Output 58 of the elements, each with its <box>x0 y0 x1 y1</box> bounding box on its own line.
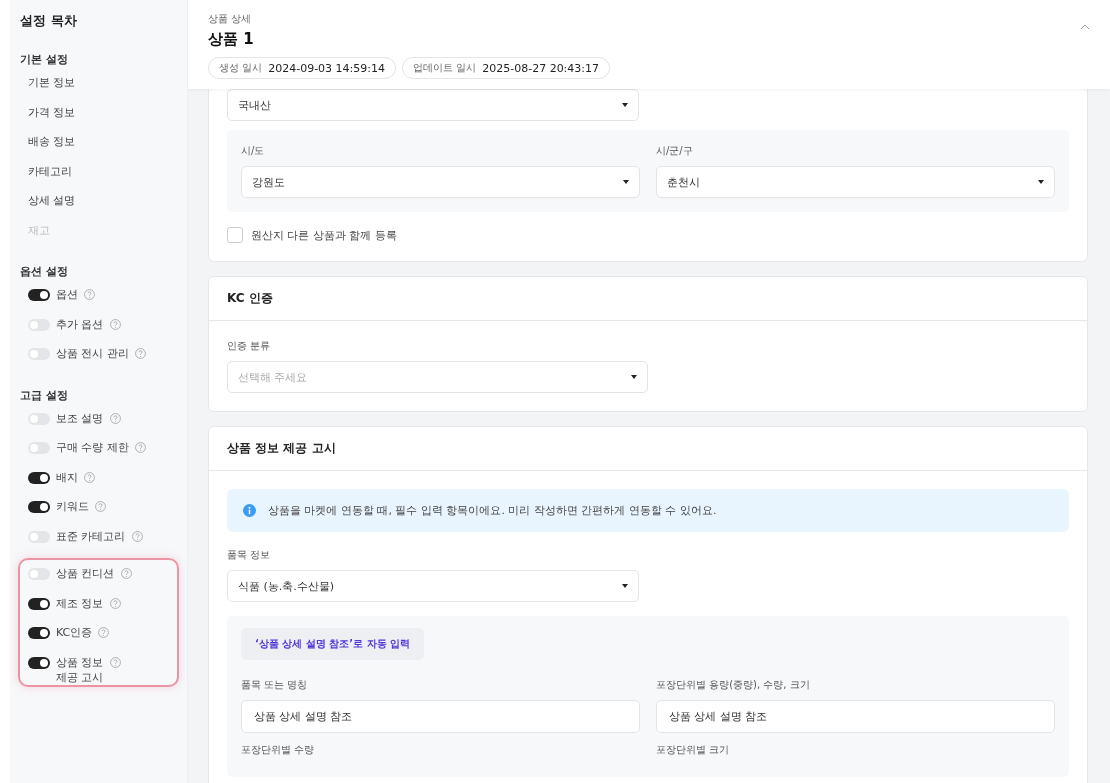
toggle-label: 제조 정보 <box>56 595 104 611</box>
info-text: 상품을 마켓에 연동할 때, 필수 입력 항목이에요. 미리 작성하면 간편하게 연동할 수 있어요. <box>268 503 717 518</box>
sidebar-toggle-item[interactable]: 추가 옵션 <box>20 316 177 346</box>
meta-label: 생성 일시 <box>219 61 263 75</box>
sidebar-toggle-item[interactable]: KC인증 <box>20 625 177 655</box>
sidebar-toggle-item[interactable]: 키워드 <box>20 499 177 529</box>
sidebar-toggle-item[interactable]: 표준 카테고리 <box>20 528 177 558</box>
field-label: 품목 또는 명칭 <box>241 678 309 692</box>
meta-label: 업데이트 일시 <box>413 61 477 75</box>
meta-value: 2024-09-03 14:59:14 <box>268 61 385 75</box>
sidebar-toggle-item[interactable]: 옵션 <box>20 287 177 317</box>
toggle-label: 상품 전시 관리 <box>56 346 129 361</box>
sidebar-toggle-item[interactable]: 상품 정보 제공 고시 <box>20 654 177 685</box>
section-heading: 기본 설정 <box>20 52 69 67</box>
card-title: KC 인증 <box>209 277 1087 321</box>
toggle-label: KC인증 <box>56 625 93 640</box>
toggle-label: 추가 옵션 <box>56 316 104 332</box>
sidebar-toggle-item[interactable]: 상품 전시 관리 <box>20 346 177 376</box>
select-field[interactable]: 강원도 <box>241 166 640 198</box>
sidebar-toggle-item[interactable]: 구매 수량 제한 <box>20 440 177 470</box>
field-label: 인증 분류 <box>227 339 272 353</box>
sidebar-toggle-item[interactable]: 제조 정보 <box>20 595 177 625</box>
select-field[interactable]: 식품 (농.축.수산물) <box>227 570 639 602</box>
field-label: 시/도 <box>241 144 266 158</box>
sidebar-link[interactable]: 카테고리 <box>20 163 177 193</box>
field-label: 포장단위별 용량(중량), 수량, 크기 <box>656 678 811 692</box>
sidebar-link[interactable]: 가격 정보 <box>20 104 177 134</box>
sidebar-title: 설정 목차 <box>20 12 78 30</box>
field-label: 시/군/구 <box>656 144 694 158</box>
sidebar-link[interactable]: 기본 정보 <box>20 75 177 105</box>
page-title: 상품 1 <box>208 30 255 49</box>
input-field[interactable]: 상품 상세 설명 참조 <box>656 700 1055 733</box>
toggle-label: 구매 수량 제한 <box>56 440 129 455</box>
toggle-label: 상품 정보 제공 고시 <box>56 654 104 685</box>
toggle-label: 키워드 <box>56 499 89 514</box>
sidebar-link[interactable]: 배송 정보 <box>20 134 177 164</box>
toggle-label: 배지 <box>56 469 78 485</box>
toggle-label: 표준 카테고리 <box>56 528 126 544</box>
input-field[interactable]: 상품 상세 설명 참조 <box>241 700 640 733</box>
field-label: 포장단위별 크기 <box>656 743 731 757</box>
section-heading: 고급 설정 <box>20 387 69 403</box>
sidebar-toggle-item[interactable]: 상품 컨디션 <box>20 566 177 596</box>
select-field[interactable]: 국내산 <box>227 89 639 121</box>
breadcrumb: 상품 상세 <box>208 12 253 26</box>
sidebar-link[interactable]: 상세 설명 <box>20 193 177 223</box>
autofill-button[interactable]: ‘상품 상세 설명 참조’로 자동 입력 <box>241 628 424 660</box>
field-label: 품목 정보 <box>227 548 272 562</box>
sidebar-toggle-item[interactable]: 보조 설명 <box>20 410 177 440</box>
checkbox-label: 원산지 다른 상품과 함께 등록 <box>251 227 397 243</box>
field-label: 포장단위별 수량 <box>241 743 316 757</box>
toggle-label: 상품 컨디션 <box>56 566 115 581</box>
meta-value: 2025-08-27 20:43:17 <box>482 61 600 75</box>
section-heading: 옵션 설정 <box>20 264 69 279</box>
select-field[interactable]: 춘천시 <box>656 166 1055 198</box>
toggle-label: 옵션 <box>56 287 78 302</box>
sidebar-toggle-item[interactable]: 배지 <box>20 469 177 499</box>
toggle-label: 보조 설명 <box>56 410 104 426</box>
card-title: 상품 정보 제공 고시 <box>209 427 1087 471</box>
